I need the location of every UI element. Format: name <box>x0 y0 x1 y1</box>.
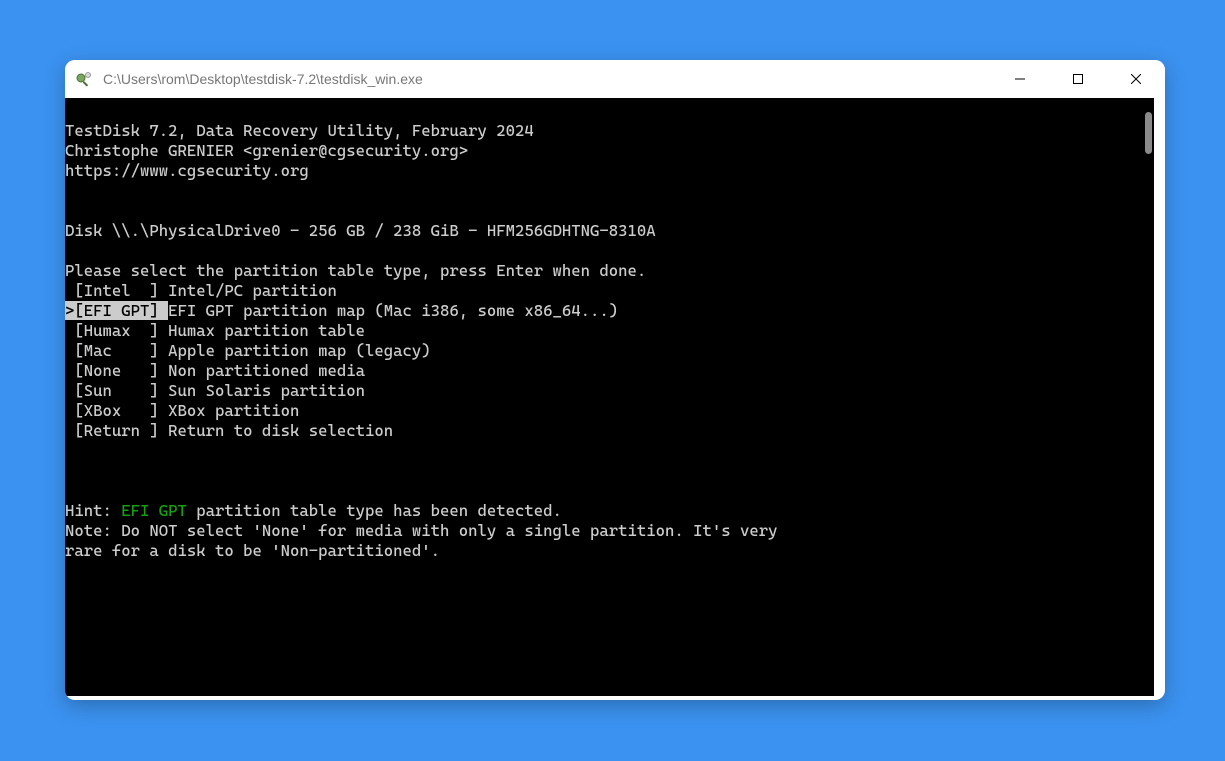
window-title: C:\Users\rom\Desktop\testdisk-7.2\testdi… <box>103 71 991 87</box>
note-line-1: Note: Do NOT select 'None' for media wit… <box>65 521 778 540</box>
option-none[interactable]: [None ] Non partitioned media <box>65 361 365 380</box>
detected-type: EFI GPT <box>121 501 187 520</box>
disk-line: Disk \\.\PhysicalDrive0 - 256 GB / 238 G… <box>65 221 656 240</box>
author-line: Christophe GRENIER <grenier@cgsecurity.o… <box>65 141 468 160</box>
blank-line <box>65 201 74 220</box>
minimize-button[interactable] <box>991 60 1049 98</box>
url-line: https://www.cgsecurity.org <box>65 161 309 180</box>
note-line-2: rare for a disk to be 'Non-partitioned'. <box>65 541 440 560</box>
option-xbox[interactable]: [XBox ] XBox partition <box>65 401 299 420</box>
scrollbar-thumb[interactable] <box>1145 112 1152 154</box>
blank-line <box>65 481 74 500</box>
option-sun[interactable]: [Sun ] Sun Solaris partition <box>65 381 365 400</box>
blank-line <box>65 461 74 480</box>
terminal-area: TestDisk 7.2, Data Recovery Utility, Feb… <box>65 98 1154 696</box>
scrollbar-track[interactable] <box>1142 98 1154 696</box>
blank-line <box>65 441 74 460</box>
hint-line: Hint: EFI GPT partition table type has b… <box>65 501 562 520</box>
option-intel[interactable]: [Intel ] Intel/PC partition <box>65 281 337 300</box>
application-window: C:\Users\rom\Desktop\testdisk-7.2\testdi… <box>65 60 1165 700</box>
header-line: TestDisk 7.2, Data Recovery Utility, Feb… <box>65 121 534 140</box>
option-efi-gpt[interactable]: >[EFI GPT] EFI GPT partition map (Mac i3… <box>65 301 618 320</box>
maximize-button[interactable] <box>1049 60 1107 98</box>
blank-line <box>65 181 74 200</box>
close-button[interactable] <box>1107 60 1165 98</box>
option-humax[interactable]: [Humax ] Humax partition table <box>65 321 365 340</box>
titlebar[interactable]: C:\Users\rom\Desktop\testdisk-7.2\testdi… <box>65 60 1165 98</box>
window-controls <box>991 60 1165 98</box>
terminal-content[interactable]: TestDisk 7.2, Data Recovery Utility, Feb… <box>65 98 1142 696</box>
prompt-line: Please select the partition table type, … <box>65 261 646 280</box>
blank-line <box>65 241 74 260</box>
option-mac[interactable]: [Mac ] Apple partition map (legacy) <box>65 341 431 360</box>
option-return[interactable]: [Return ] Return to disk selection <box>65 421 393 440</box>
app-icon <box>75 70 93 88</box>
